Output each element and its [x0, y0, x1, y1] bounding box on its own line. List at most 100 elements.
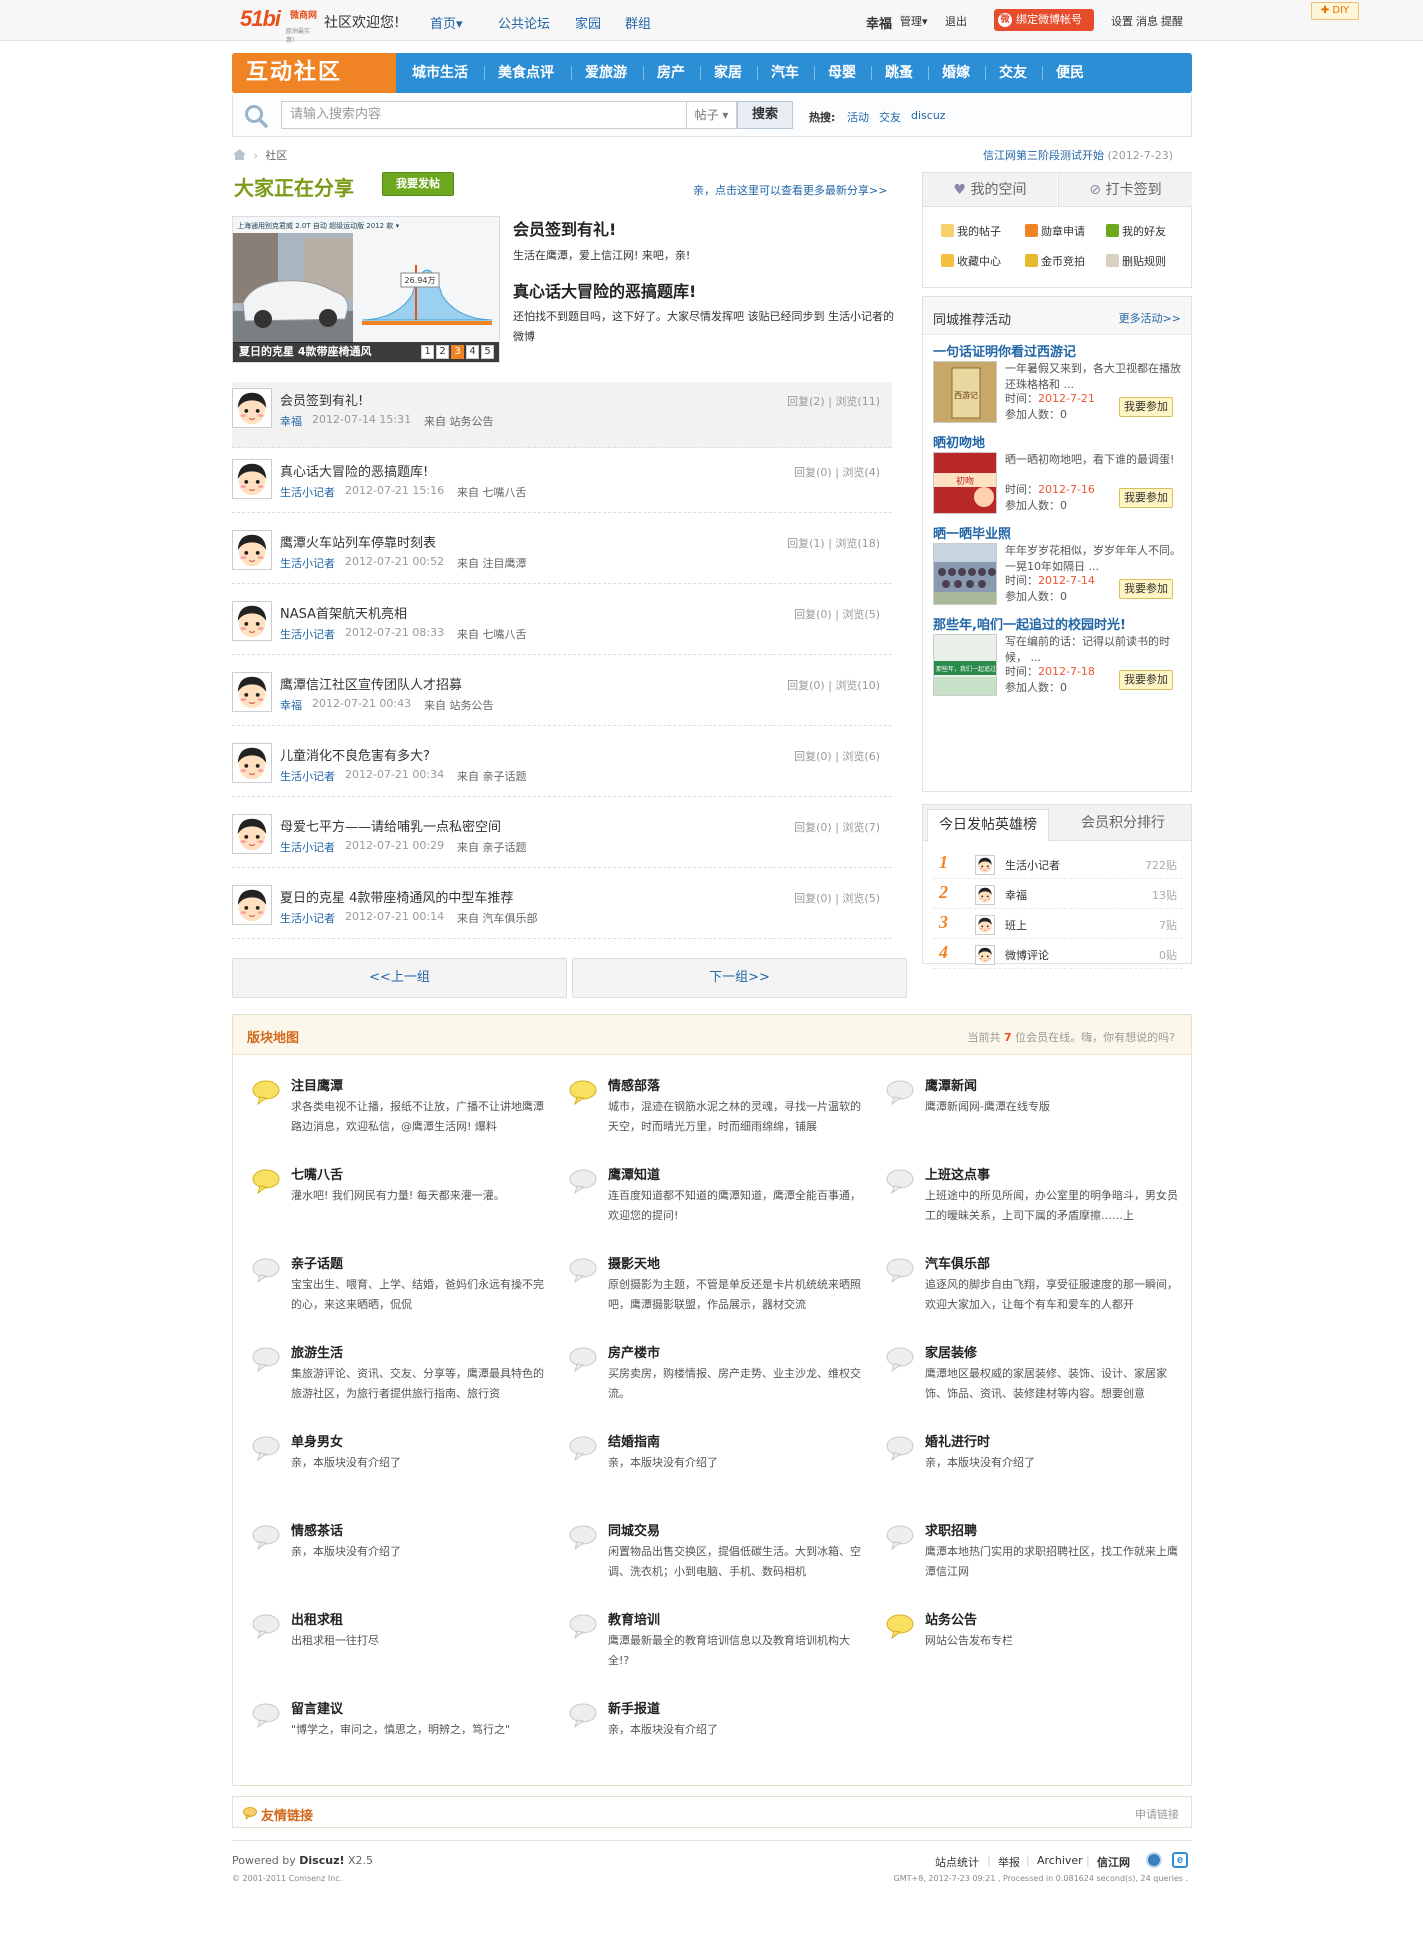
delete-rules-link[interactable]: 删贴规则: [1106, 253, 1166, 269]
post-author[interactable]: 生活小记者: [280, 768, 335, 784]
diy-button[interactable]: ✚ DIY: [1311, 2, 1359, 20]
nav-item-wedding[interactable]: 婚嫁: [942, 53, 970, 93]
board-item[interactable]: 教育培训 鹰潭最新最全的教育培训信息以及教育培训机构大全!?: [568, 1609, 868, 1689]
board-item[interactable]: 留言建议 "博学之，审问之，慎思之，明辨之，笃行之": [251, 1698, 551, 1778]
slide-page-button-active[interactable]: 3: [451, 345, 464, 359]
post-author[interactable]: 生活小记者: [280, 910, 335, 926]
settings-link[interactable]: 设置: [1111, 13, 1133, 29]
my-friends-link[interactable]: 我的好友: [1106, 223, 1166, 239]
board-item[interactable]: 七嘴八舌 灌水吧! 我们网民有力量! 每天都来灌一灌。: [251, 1164, 551, 1244]
board-name[interactable]: 注目鹰潭: [291, 1075, 343, 1094]
more-shares-link[interactable]: 亲，点击这里可以查看更多最新分享>>: [693, 182, 887, 198]
topnav-home-space[interactable]: 家园: [575, 13, 601, 32]
board-name[interactable]: 摄影天地: [608, 1253, 660, 1272]
board-item[interactable]: 上班这点事 上班途中的所见所闻，办公室里的明争暗斗，男女员工的暧昧关系，上司下属的…: [885, 1164, 1185, 1244]
board-item[interactable]: 鹰潭新闻 鹰潭新闻网-鹰潭在线专版: [885, 1075, 1185, 1155]
ie-badge-icon[interactable]: e: [1172, 1852, 1188, 1868]
search-input[interactable]: 请输入搜索内容: [281, 101, 687, 129]
topnav-forum[interactable]: 公共论坛: [498, 13, 550, 32]
activity-image[interactable]: 西游记: [933, 361, 997, 423]
board-item[interactable]: 情感茶话 亲，本版块没有介绍了: [251, 1520, 551, 1600]
board-item[interactable]: 摄影天地 原创摄影为主题，不管是单反还是卡片机统统来晒照吧，鹰潭摄影联盟，作品展示…: [568, 1253, 868, 1333]
activity-title[interactable]: 晒一晒毕业照: [933, 523, 1011, 542]
board-name[interactable]: 上班这点事: [925, 1164, 990, 1183]
board-name[interactable]: 鹰潭知道: [608, 1164, 660, 1183]
report-link[interactable]: 举报: [998, 1854, 1020, 1870]
apply-link[interactable]: 申请链接: [1135, 1806, 1179, 1822]
post-author[interactable]: 生活小记者: [280, 484, 335, 500]
bind-weibo-button[interactable]: 微绑定微博帐号: [994, 9, 1094, 31]
next-group-button[interactable]: 下一组>>: [572, 958, 907, 998]
board-name[interactable]: 情感茶话: [291, 1520, 343, 1539]
post-title[interactable]: 真心话大冒险的恶搞题库!: [280, 461, 428, 480]
board-item[interactable]: 新手报道 亲，本版块没有介绍了: [568, 1698, 868, 1778]
post-source[interactable]: 来自 站务公告: [424, 413, 494, 429]
board-item[interactable]: 亲子话题 宝宝出生、喂育、上学、结婚，爸妈们永远有操不完的心，来这来晒晒，侃侃: [251, 1253, 551, 1333]
slide-page-button[interactable]: 2: [436, 345, 449, 359]
board-name[interactable]: 单身男女: [291, 1431, 343, 1450]
avatar[interactable]: [232, 388, 272, 428]
post-source[interactable]: 来自 汽车俱乐部: [457, 910, 538, 926]
post-title[interactable]: 鹰潭火车站列车停靠时刻表: [280, 532, 436, 551]
new-post-button[interactable]: 我要发帖: [382, 172, 454, 196]
nav-item-dating[interactable]: 交友: [999, 53, 1027, 93]
tab-today-posts[interactable]: 今日发帖英雄榜: [927, 809, 1049, 842]
post-item[interactable]: 鹰潭信江社区宣传团队人才招募 幸福 2012-07-21 00:43 来自 站务公告 回…: [232, 666, 892, 726]
post-item[interactable]: 会员签到有礼! 幸福 2012-07-14 15:31 来自 站务公告 回复(2) | …: [232, 382, 892, 448]
board-item[interactable]: 出租求租 出租求租一往打尽: [251, 1609, 551, 1689]
hot-search-link[interactable]: 活动: [847, 109, 869, 125]
ranking-row[interactable]: 4 微博评论 0贴: [933, 939, 1183, 969]
avatar[interactable]: [232, 530, 272, 570]
post-source[interactable]: 来自 七嘴八舌: [457, 626, 527, 642]
board-item[interactable]: 情感部落 城市，混迹在钢筋水泥之林的灵魂，寻找一片温软的天空，时而晴光万里，时而细…: [568, 1075, 868, 1155]
post-title[interactable]: 会员签到有礼!: [280, 390, 363, 409]
board-name[interactable]: 房产楼市: [608, 1342, 660, 1361]
post-source[interactable]: 来自 站务公告: [424, 697, 494, 713]
board-name[interactable]: 站务公告: [925, 1609, 977, 1628]
avatar[interactable]: [975, 915, 995, 935]
avatar[interactable]: [232, 743, 272, 783]
prev-group-button[interactable]: <<上一组: [232, 958, 567, 998]
board-name[interactable]: 教育培训: [608, 1609, 660, 1628]
board-name[interactable]: 汽车俱乐部: [925, 1253, 990, 1272]
post-author[interactable]: 生活小记者: [280, 626, 335, 642]
board-name[interactable]: 鹰潭新闻: [925, 1075, 977, 1094]
topnav-home[interactable]: 首页▾: [430, 13, 463, 32]
search-type-select[interactable]: 帖子 ▾: [687, 101, 737, 129]
site-notice[interactable]: 信江网第三阶段测试开始 (2012-7-23): [983, 147, 1173, 163]
board-name[interactable]: 新手报道: [608, 1698, 660, 1717]
board-name[interactable]: 婚礼进行时: [925, 1431, 990, 1450]
board-name[interactable]: 出租求租: [291, 1609, 343, 1628]
board-name[interactable]: 结婚指南: [608, 1431, 660, 1450]
avatar[interactable]: [975, 885, 995, 905]
post-author[interactable]: 生活小记者: [280, 555, 335, 571]
avatar[interactable]: [232, 459, 272, 499]
activity-image[interactable]: 那些年，我们一起追过: [933, 634, 997, 696]
post-item[interactable]: 鹰潭火车站列车停靠时刻表 生活小记者 2012-07-21 00:52 来自 注目鹰潭…: [232, 524, 892, 584]
avatar[interactable]: [232, 601, 272, 641]
post-title[interactable]: 鹰潭信江社区宣传团队人才招募: [280, 674, 462, 693]
breadcrumb-current[interactable]: 社区: [265, 149, 287, 162]
board-item[interactable]: 婚礼进行时 亲，本版块没有介绍了: [885, 1431, 1185, 1511]
board-name[interactable]: 留言建议: [291, 1698, 343, 1717]
join-activity-button[interactable]: 我要参加: [1119, 670, 1173, 690]
join-activity-button[interactable]: 我要参加: [1119, 579, 1173, 599]
post-title[interactable]: 母爱七平方——请给哺乳一点私密空间: [280, 816, 501, 835]
board-item[interactable]: 站务公告 网站公告发布专栏: [885, 1609, 1185, 1689]
slide-page-button[interactable]: 4: [466, 345, 479, 359]
activity-title[interactable]: 一句话证明你看过西游记: [933, 341, 1076, 360]
rank-username[interactable]: 班上: [1005, 917, 1027, 933]
avatar[interactable]: [232, 672, 272, 712]
board-item[interactable]: 同城交易 闲置物品出售交换区，提倡低碳生活。大到冰箱、空调、洗衣机；小到电脑、手机…: [568, 1520, 868, 1600]
board-name[interactable]: 旅游生活: [291, 1342, 343, 1361]
hot-search-link[interactable]: 交友: [879, 109, 901, 125]
post-source[interactable]: 来自 注目鹰潭: [457, 555, 527, 571]
hot-search-link[interactable]: discuz: [911, 109, 946, 122]
post-title[interactable]: 儿童消化不良危害有多大?: [280, 745, 430, 764]
board-item[interactable]: 注目鹰潭 求各类电视不让播，报纸不让放，广播不让讲地鹰潭路边消息，欢迎私信，@鹰潭…: [251, 1075, 551, 1155]
nav-item-food[interactable]: 美食点评: [498, 53, 554, 93]
nav-item-home[interactable]: 家居: [714, 53, 742, 93]
join-activity-button[interactable]: 我要参加: [1119, 488, 1173, 508]
rank-username[interactable]: 微博评论: [1005, 947, 1049, 963]
board-item[interactable]: 家居装修 鹰潭地区最权威的家居装修、装饰、设计、家居家饰、饰品、资讯、装修建材等内…: [885, 1342, 1185, 1422]
